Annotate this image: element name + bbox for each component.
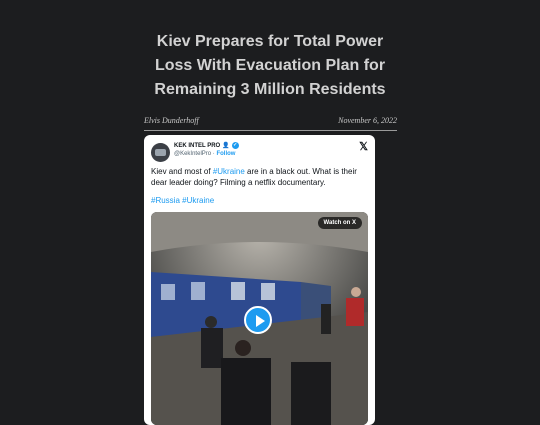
x-logo-icon[interactable]: 𝕏: [359, 141, 368, 153]
author-name[interactable]: Elvis Dunderhoff: [144, 116, 199, 125]
byline: Elvis Dunderhoff November 6, 2022: [144, 114, 397, 131]
tweet-handle[interactable]: @KekIntelPro: [174, 151, 211, 157]
tweet-handle-row: @KekIntelPro · Follow: [174, 151, 235, 157]
tweet-hashtags[interactable]: #Russia #Ukraine: [151, 196, 214, 205]
tweet-author-row: KEK INTEL PRO 👤 ✓: [174, 142, 239, 149]
verified-badge-icon: ✓: [231, 142, 239, 149]
embedded-tweet[interactable]: KEK INTEL PRO 👤 ✓ @KekIntelPro · Follow …: [144, 135, 375, 425]
tweet-display-name[interactable]: KEK INTEL PRO: [174, 143, 220, 149]
hashtag-ukraine-link[interactable]: #Ukraine: [213, 167, 245, 176]
tweet-text-part: Kiev and most of: [151, 167, 213, 176]
publish-date: November 6, 2022: [338, 116, 397, 125]
play-icon[interactable]: [244, 306, 272, 334]
article-headline: Kiev Prepares for Total Power Loss With …: [154, 33, 386, 98]
video-thumbnail[interactable]: Watch on X: [151, 212, 368, 425]
watch-on-x-button[interactable]: Watch on X: [317, 217, 362, 229]
follow-link[interactable]: Follow: [216, 151, 235, 157]
separator-dot: ·: [212, 151, 215, 157]
tweet-text: Kiev and most of #Ukraine are in a black…: [151, 166, 371, 188]
avatar[interactable]: [151, 143, 170, 162]
person-emoji-icon: 👤: [222, 143, 230, 149]
